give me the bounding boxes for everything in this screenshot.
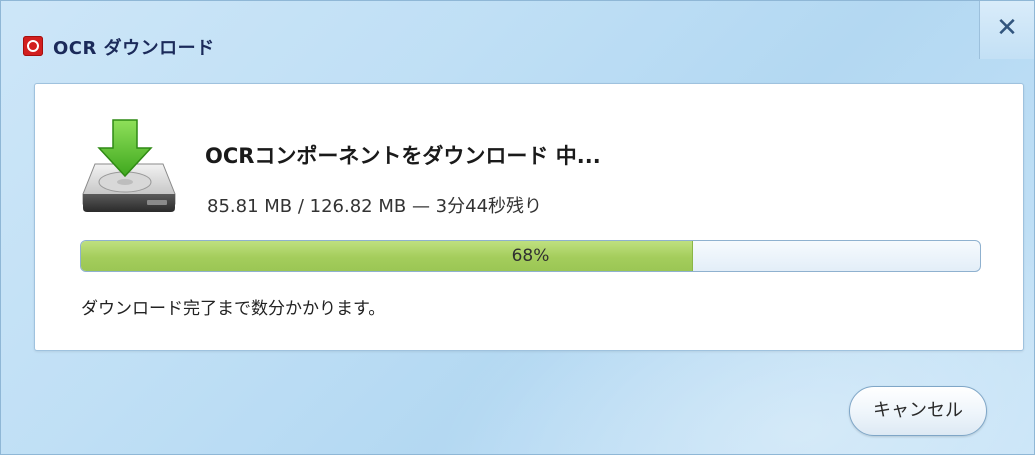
close-button[interactable]: ✕ bbox=[979, 1, 1034, 59]
download-panel: OCRコンポーネントをダウンロード 中... 85.81 MB / 126.82… bbox=[34, 83, 1024, 351]
window-title: OCR ダウンロード bbox=[53, 38, 215, 59]
cancel-button[interactable]: キャンセル bbox=[849, 386, 987, 436]
hdd-download-icon bbox=[82, 119, 176, 212]
download-heading: OCRコンポーネントをダウンロード 中... bbox=[205, 144, 601, 168]
title-bar: OCR ダウンロード ✕ bbox=[1, 1, 1034, 71]
download-size-info: 85.81 MB / 126.82 MB — 3分44秒残り bbox=[207, 196, 543, 217]
download-note: ダウンロード完了まで数分かかります。 bbox=[81, 299, 386, 319]
download-dialog: OCR ダウンロード ✕ OCRコンポーネントをダウンロード 中... 85.8… bbox=[0, 0, 1035, 455]
progress-percent-label: 68% bbox=[511, 246, 550, 266]
download-progress-bar: 68% bbox=[80, 240, 981, 272]
app-logo-icon bbox=[23, 36, 43, 56]
